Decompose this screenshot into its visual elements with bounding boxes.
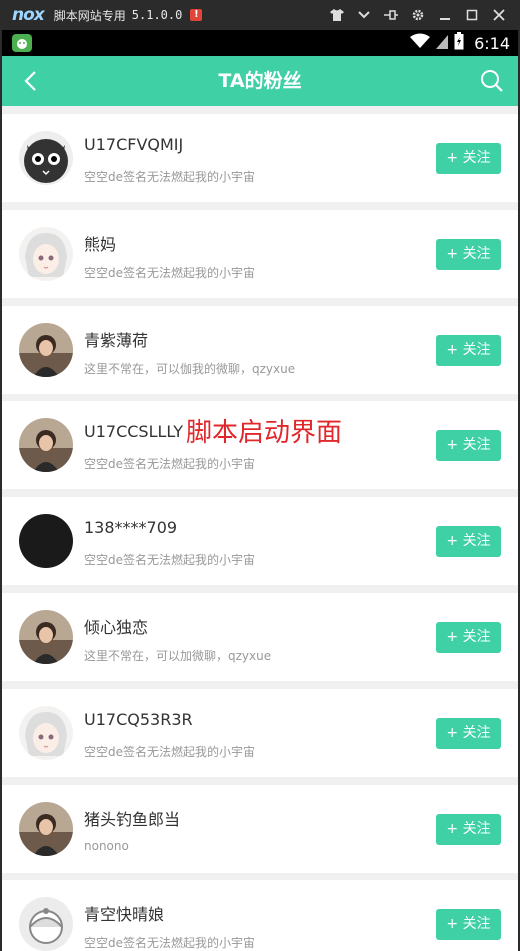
avatar[interactable] xyxy=(19,706,73,760)
list-item[interactable]: 青紫薄荷这里不常在，可以伽我的微聊，qzyxue + 关注 xyxy=(2,306,518,394)
emulator-logo: nox xyxy=(12,5,45,25)
list-item[interactable]: U17CQ53R3R 空空de签名无法燃起我的小宇宙 + 关注 xyxy=(2,689,518,777)
fan-signature: 这里不常在，可以伽我的微聊，qzyxue xyxy=(84,362,296,376)
follow-button[interactable]: + 关注 xyxy=(436,526,501,557)
page-title: TA的粉丝 xyxy=(218,70,302,92)
follow-button[interactable]: + 关注 xyxy=(436,909,501,940)
fan-name[interactable]: U17CFVQMIJ xyxy=(84,135,183,154)
alert-icon[interactable]: ! xyxy=(190,9,203,21)
battery-icon xyxy=(454,32,464,54)
emulator-title: 脚本网站专用 xyxy=(53,8,126,23)
maximize-icon[interactable] xyxy=(458,0,485,30)
avatar[interactable] xyxy=(19,610,73,664)
follow-button[interactable]: + 关注 xyxy=(436,239,501,270)
follow-button[interactable]: + 关注 xyxy=(436,814,501,845)
avatar[interactable] xyxy=(19,897,73,951)
avatar[interactable] xyxy=(19,323,73,377)
fan-signature: 空空de签名无法燃起我的小宇宙 xyxy=(84,457,256,471)
search-button[interactable] xyxy=(472,56,512,106)
fan-signature: 空空de签名无法燃起我的小宇宙 xyxy=(84,266,256,280)
fan-signature: nonono xyxy=(84,839,129,853)
chevron-down-icon[interactable] xyxy=(350,0,377,30)
gear-icon[interactable] xyxy=(404,0,431,30)
follow-button[interactable]: + 关注 xyxy=(436,718,501,749)
fan-name[interactable]: 138****709 xyxy=(84,518,177,537)
follow-button[interactable]: + 关注 xyxy=(436,430,501,461)
emulator-controls xyxy=(323,0,512,30)
fan-name[interactable]: 倾心独恋 xyxy=(84,614,148,638)
avatar[interactable] xyxy=(19,131,73,185)
fan-name[interactable]: U17CCSLLLY xyxy=(84,422,183,441)
fan-signature: 空空de签名无法燃起我的小宇宙 xyxy=(84,936,256,950)
follow-button[interactable]: + 关注 xyxy=(436,622,501,653)
app-notification-icon xyxy=(12,34,32,52)
pin-icon[interactable] xyxy=(377,0,404,30)
overlay-caption: 脚本启动界面 xyxy=(186,418,343,448)
fan-name[interactable]: 猪头钓鱼郎当 xyxy=(84,806,180,830)
avatar[interactable] xyxy=(19,514,73,568)
list-item[interactable]: 倾心独恋这里不常在，可以加微聊，qzyxue + 关注 xyxy=(2,593,518,681)
follow-button[interactable]: + 关注 xyxy=(436,335,501,366)
fan-name[interactable]: 熊妈 xyxy=(84,231,116,255)
fan-signature: 空空de签名无法燃起我的小宇宙 xyxy=(84,745,256,759)
fan-name[interactable]: 青紫薄荷 xyxy=(84,327,148,351)
shirt-icon[interactable] xyxy=(323,0,350,30)
fan-name[interactable]: 青空快晴娘 xyxy=(84,901,164,925)
avatar[interactable] xyxy=(19,418,73,472)
status-right-group: 6:14 xyxy=(410,30,510,56)
android-status-bar: 6:14 xyxy=(2,30,518,56)
emulator-version: 5.1.0.0 xyxy=(131,8,183,22)
minimize-icon[interactable] xyxy=(431,0,458,30)
list-item[interactable]: 138****709 空空de签名无法燃起我的小宇宙 + 关注 xyxy=(2,497,518,585)
emulator-title-bar: nox 脚本网站专用 5.1.0.0 ! xyxy=(0,0,520,30)
close-icon[interactable] xyxy=(485,0,512,30)
list-item[interactable]: 猪头钓鱼郎当 nonono + 关注 xyxy=(2,785,518,873)
wifi-icon xyxy=(410,33,431,53)
list-item[interactable]: U17CFVQMIJ 空空de签名无法燃起我的小宇宙 + 关注 xyxy=(2,114,518,202)
search-icon xyxy=(481,70,503,92)
fan-signature: 这里不常在，可以加微聊，qzyxue xyxy=(84,649,272,663)
emulator-window: nox 脚本网站专用 5.1.0.0 ! 6:14 TA的粉丝 U17CFVQM… xyxy=(0,0,520,951)
list-item[interactable]: 熊妈空空de签名无法燃起我的小宇宙 + 关注 xyxy=(2,210,518,298)
fan-list[interactable]: U17CFVQMIJ 空空de签名无法燃起我的小宇宙 + 关注 熊妈 空空de签名无法燃… xyxy=(2,106,518,951)
status-clock: 6:14 xyxy=(474,33,510,53)
fan-signature: 空空de签名无法燃起我的小宇宙 xyxy=(84,553,256,567)
app-header: TA的粉丝 xyxy=(2,56,518,106)
list-item[interactable]: 青空快晴娘空空de签名无法燃起我的小宇宙 + 关注 xyxy=(2,880,518,951)
avatar[interactable] xyxy=(19,227,73,281)
fan-signature: 空空de签名无法燃起我的小宇宙 xyxy=(84,170,256,184)
signal-icon xyxy=(436,33,449,53)
avatar[interactable] xyxy=(19,802,73,856)
fan-name[interactable]: U17CQ53R3R xyxy=(84,710,193,729)
follow-button[interactable]: + 关注 xyxy=(436,143,501,174)
